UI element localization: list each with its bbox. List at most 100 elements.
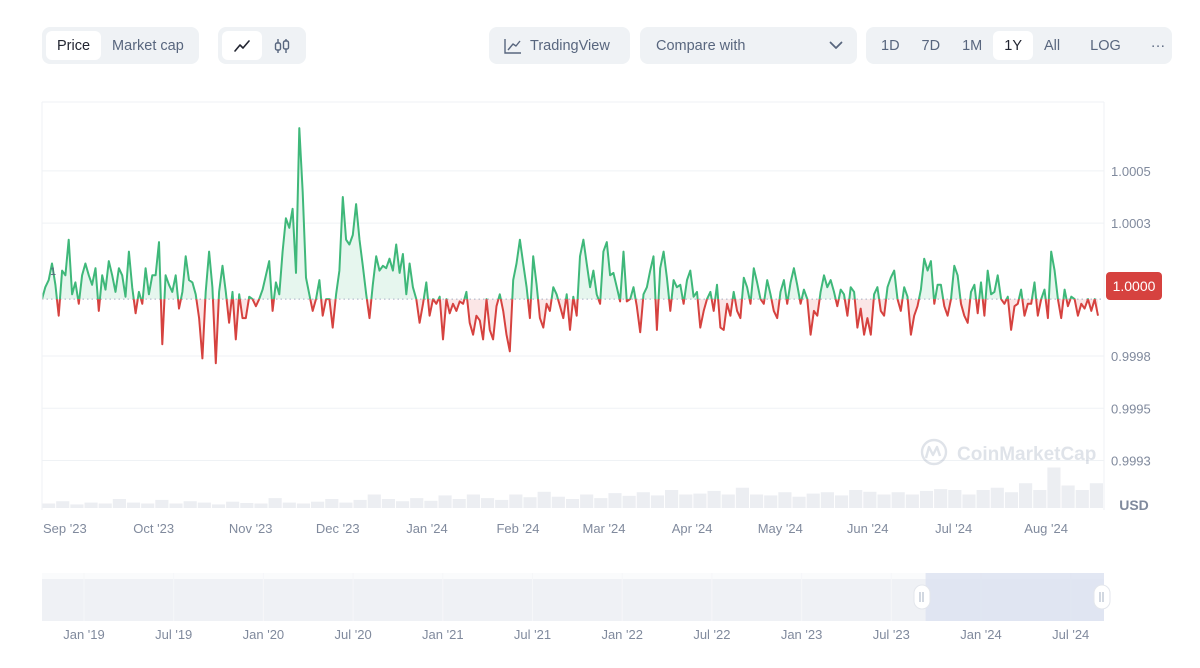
- volume-bar: [806, 493, 820, 508]
- volume-bar: [834, 495, 849, 508]
- x-tick-label: Dec '23: [316, 521, 360, 536]
- navigator-left-handle[interactable]: [913, 584, 931, 610]
- x-tick-label: Apr '24: [672, 521, 713, 536]
- volume-bar: [1047, 467, 1061, 508]
- volume-bar: [891, 492, 905, 508]
- volume-bar: [42, 503, 56, 508]
- navigator-right-handle[interactable]: [1093, 584, 1111, 610]
- volume-bar: [948, 490, 962, 508]
- volume-bar: [1089, 483, 1103, 508]
- volume-bar: [452, 499, 466, 508]
- navigator-tick-label: Jul '19: [155, 627, 192, 642]
- volume-bar: [990, 487, 1004, 508]
- volume-bar: [622, 495, 636, 508]
- volume-bar: [792, 496, 806, 508]
- volume-bar: [240, 503, 254, 508]
- navigator-tick-label: Jul '20: [335, 627, 372, 642]
- volume-bar: [466, 494, 480, 508]
- volume-bar: [367, 494, 381, 508]
- current-price-label: 1.0000: [1113, 278, 1156, 294]
- x-tick-label: Aug '24: [1024, 521, 1068, 536]
- volume-bar: [141, 503, 155, 508]
- navigator-tick-label: Jul '23: [873, 627, 910, 642]
- volume-bar: [98, 503, 112, 508]
- volume-bar: [608, 493, 622, 508]
- volume-bar: [1004, 492, 1019, 508]
- navigator-tick-label: Jan '22: [601, 627, 643, 642]
- volume-bar: [551, 496, 565, 508]
- volume-bar: [509, 494, 523, 508]
- volume-bar: [311, 501, 325, 508]
- volume-bar: [155, 499, 169, 508]
- x-tick-label: May '24: [758, 521, 803, 536]
- current-price-badge: 1.0000: [1106, 272, 1162, 300]
- x-tick-label: Oct '23: [133, 521, 174, 536]
- volume-bar: [636, 492, 650, 508]
- range-navigator[interactable]: [42, 573, 1111, 621]
- coinmarketcap-watermark: CoinMarketCap: [920, 438, 1096, 466]
- volume-bar: [296, 503, 311, 508]
- volume-bar: [565, 499, 580, 508]
- volume-bar: [849, 490, 863, 508]
- volume-bar: [877, 494, 891, 508]
- navigator-selected-range[interactable]: [925, 573, 1104, 621]
- volume-bars: [42, 467, 1103, 508]
- volume-bar: [764, 495, 778, 508]
- volume-bar: [1075, 490, 1089, 508]
- x-tick-label: Feb '24: [496, 521, 539, 536]
- x-tick-label: Jun '24: [847, 521, 889, 536]
- x-tick-label: Mar '24: [582, 521, 625, 536]
- volume-bar: [863, 491, 877, 508]
- volume-bar: [537, 491, 551, 508]
- volume-bar: [693, 493, 707, 508]
- price-chart: CoinMarketCap 1 1.0005 1.0003 0.9998 0.9995…: [41, 101, 1162, 642]
- volume-bar: [268, 498, 282, 508]
- navigator-tick-label: Jan '19: [63, 627, 105, 642]
- y-tick-label: 0.9993: [1111, 454, 1151, 469]
- volume-bar: [1061, 485, 1075, 508]
- volume-bar: [905, 494, 919, 508]
- volume-bar: [1033, 490, 1047, 508]
- coinmarketcap-logo-icon: [924, 445, 942, 459]
- volume-bar: [211, 504, 226, 508]
- watermark-text: CoinMarketCap: [957, 444, 1096, 465]
- volume-bar: [339, 502, 353, 508]
- volume-bar: [580, 494, 594, 508]
- y-axis: 1.0005 1.0003 0.9998 0.9995 0.9993: [1111, 164, 1151, 469]
- volume-bar: [197, 502, 211, 508]
- price-line: [42, 127, 1099, 365]
- y-tick-label: 1.0003: [1111, 216, 1151, 231]
- volume-bar: [480, 498, 495, 508]
- x-tick-label: Jan '24: [406, 521, 448, 536]
- volume-bar: [254, 503, 268, 508]
- volume-bar: [665, 490, 679, 508]
- volume-bar: [226, 501, 240, 508]
- y-tick-label: 0.9998: [1111, 349, 1151, 364]
- volume-bar: [679, 494, 693, 508]
- volume-bar: [750, 494, 764, 508]
- volume-bar: [84, 502, 98, 508]
- volume-bar: [523, 497, 537, 508]
- volume-bar: [424, 500, 438, 508]
- volume-bar: [778, 492, 792, 508]
- volume-bar: [1019, 483, 1033, 508]
- volume-bar: [282, 502, 296, 508]
- y-tick-label: 1.0005: [1111, 164, 1151, 179]
- volume-bar: [112, 499, 126, 508]
- volume-bar: [126, 502, 141, 508]
- volume-bar: [169, 503, 183, 508]
- navigator-tick-label: Jul '24: [1052, 627, 1089, 642]
- volume-bar: [934, 489, 948, 508]
- price-line-down: [42, 299, 1099, 365]
- volume-bar: [410, 498, 424, 508]
- y-tick-label: 0.9995: [1111, 401, 1151, 416]
- baseline-label: 1: [50, 266, 56, 278]
- navigator-tick-label: Jan '20: [243, 627, 285, 642]
- x-tick-label: Jul '24: [935, 521, 972, 536]
- volume-bar: [650, 495, 665, 508]
- volume-bar: [976, 490, 990, 508]
- volume-bar: [70, 504, 84, 508]
- navigator-tick-label: Jan '24: [960, 627, 1002, 642]
- volume-bar: [381, 499, 395, 508]
- volume-bar: [735, 487, 749, 508]
